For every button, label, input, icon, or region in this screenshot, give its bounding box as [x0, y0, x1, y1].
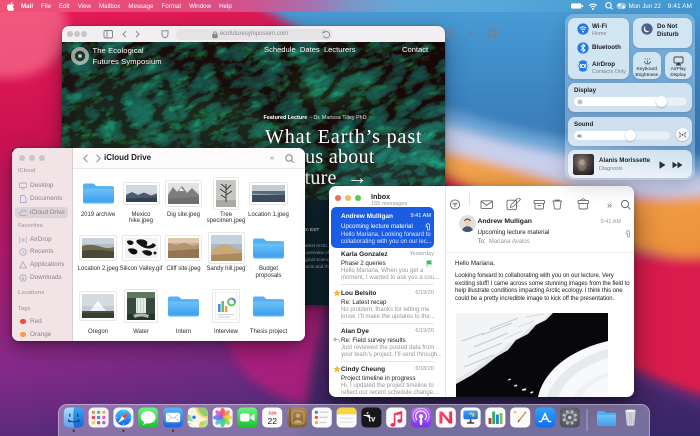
- svg-text:“: “: [469, 413, 472, 419]
- svg-text:JUN: JUN: [268, 411, 276, 416]
- svg-text:22: 22: [267, 416, 277, 426]
- svg-text:»: »: [607, 200, 612, 210]
- svg-text:tv: tv: [368, 414, 376, 423]
- svg-text:“: “: [513, 410, 517, 418]
